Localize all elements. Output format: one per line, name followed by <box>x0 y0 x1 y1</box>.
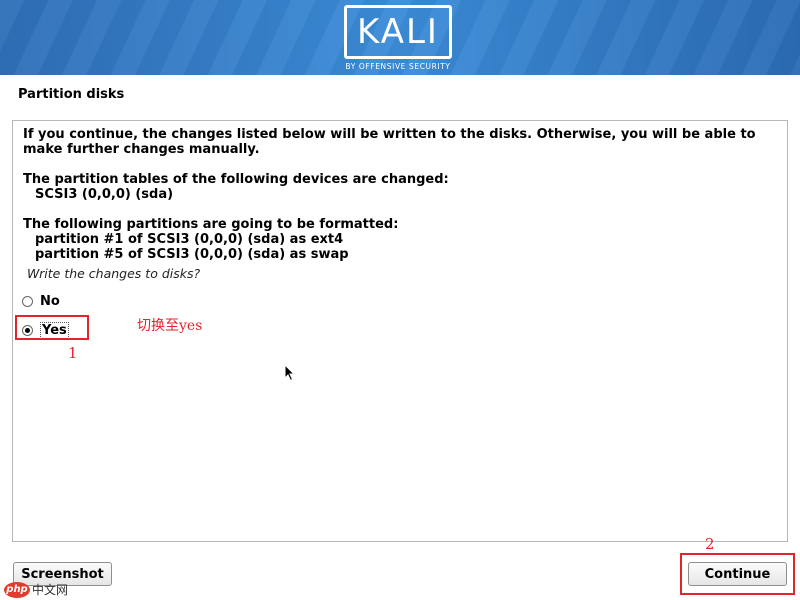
mouse-pointer-icon <box>284 364 296 382</box>
kali-logo: KALI <box>344 5 452 59</box>
annotation-step-1: 1 <box>68 344 78 362</box>
format-item: partition #1 of SCSI3 (0,0,0) (sda) as e… <box>35 232 344 247</box>
header-banner: KALI BY OFFENSIVE SECURITY <box>0 0 800 75</box>
write-question: Write the changes to disks? <box>27 266 201 281</box>
watermark-badge: php <box>4 581 30 598</box>
content-panel: If you continue, the changes listed belo… <box>12 120 788 542</box>
logo-text: KALI <box>357 12 439 52</box>
watermark-text: 中文网 <box>32 583 69 597</box>
tables-heading: The partition tables of the following de… <box>23 172 449 187</box>
option-no[interactable]: No <box>22 294 60 309</box>
format-item: partition #5 of SCSI3 (0,0,0) (sda) as s… <box>35 247 349 262</box>
content-text: If you continue, the changes listed belo… <box>23 127 777 262</box>
logo-subtitle: BY OFFENSIVE SECURITY <box>345 62 451 71</box>
option-no-label: No <box>40 294 60 309</box>
tables-device: SCSI3 (0,0,0) (sda) <box>35 187 174 202</box>
intro-text: If you continue, the changes listed belo… <box>23 127 756 157</box>
annotation-box-yes <box>15 315 89 340</box>
page-title: Partition disks <box>18 87 125 102</box>
annotation-step-2: 2 <box>705 535 715 553</box>
annotation-note: 切换至yes <box>137 318 203 334</box>
radio-no[interactable] <box>22 296 33 307</box>
watermark: php 中文网 <box>4 581 68 598</box>
continue-button[interactable]: Continue <box>688 562 787 586</box>
format-heading: The following partitions are going to be… <box>23 217 399 232</box>
